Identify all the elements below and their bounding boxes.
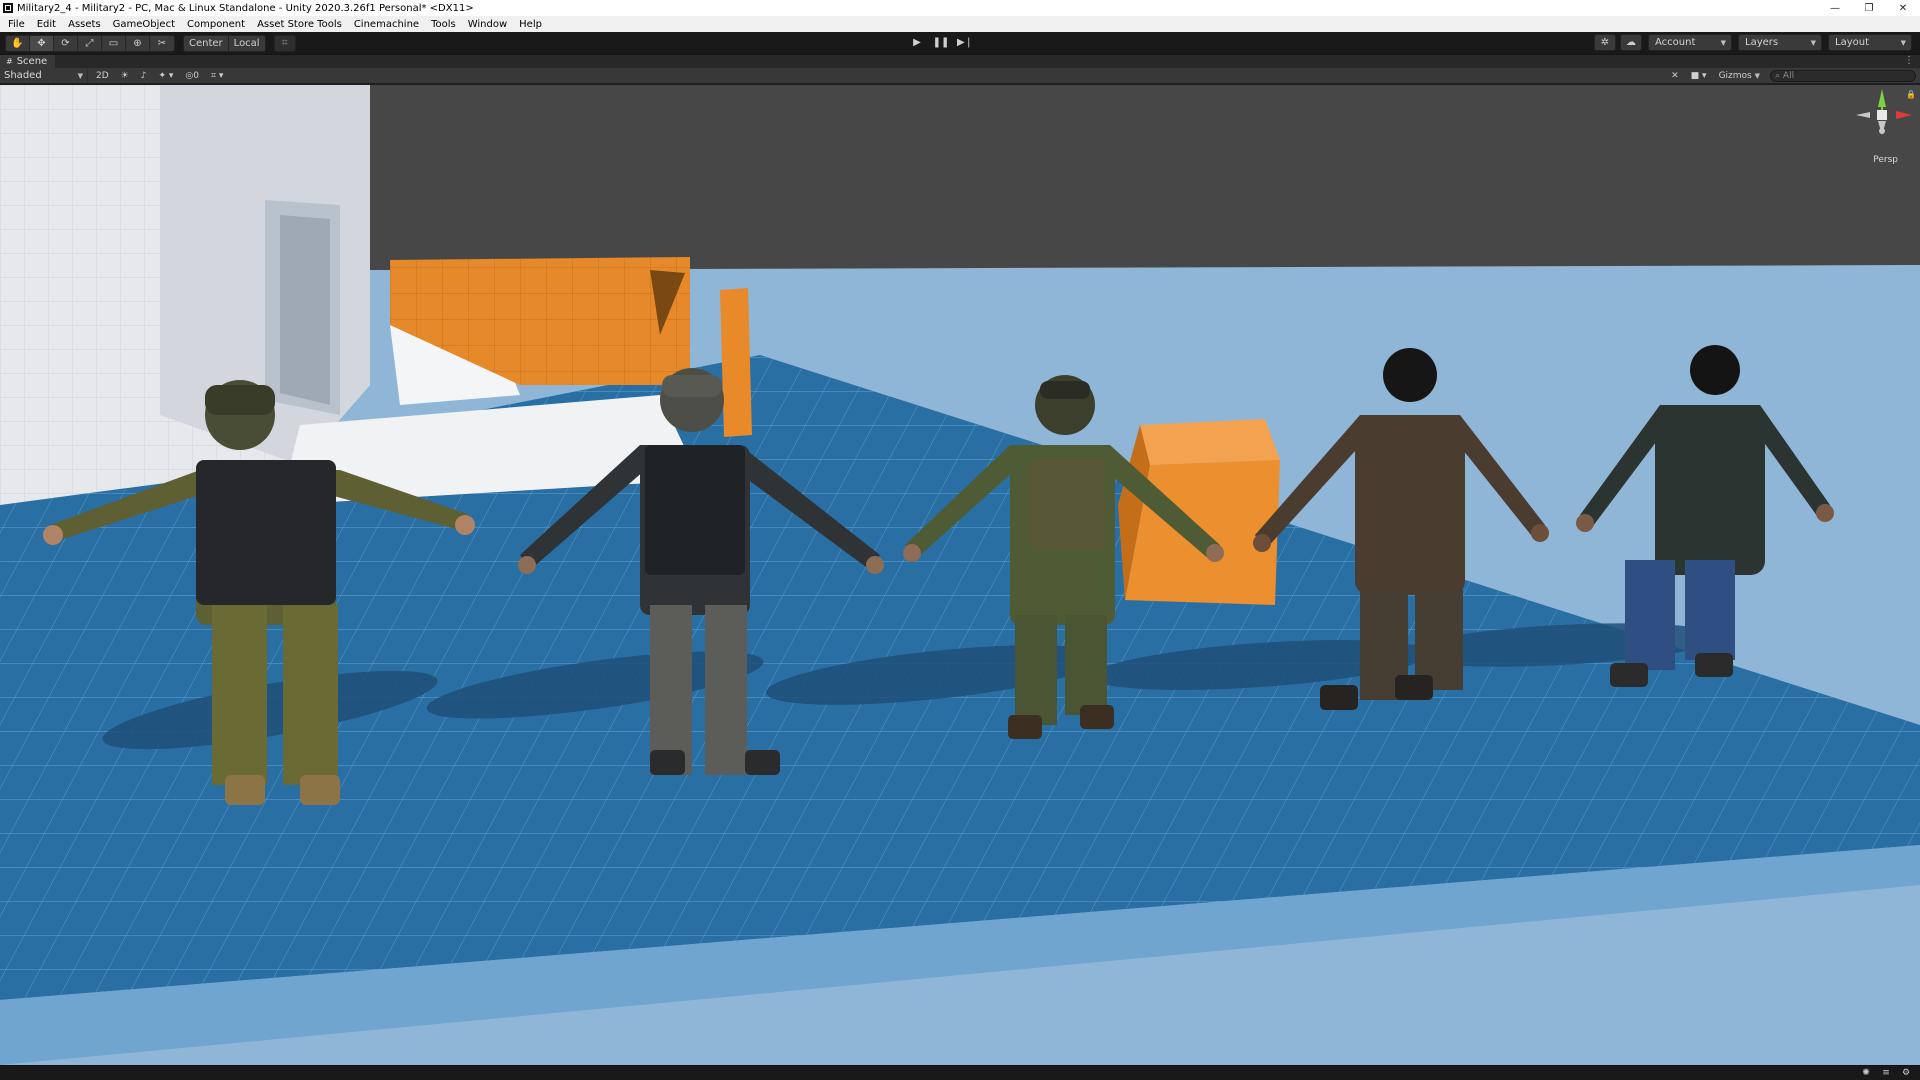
orange-cube-top xyxy=(1140,419,1280,465)
window-title: Military2_4 - Military2 - PC, Mac & Linu… xyxy=(17,2,474,14)
menu-assets[interactable]: Assets xyxy=(62,19,107,30)
pivot-center-button[interactable]: Center xyxy=(183,34,229,52)
gizmos-dropdown[interactable]: Gizmos ▼ xyxy=(1715,69,1764,83)
scene-control-bar: Shaded ▼ 2D ☀ ♪ ✦ ▾ ◎ 0 ⌗ ▾ ✕ ■ ▾ Gizmos … xyxy=(0,68,1920,84)
lock-icon[interactable]: 🔒 xyxy=(1906,90,1916,99)
scene-viewport[interactable]: 🔒 Persp xyxy=(0,85,1920,1065)
chevron-down-icon: ▼ xyxy=(1810,38,1816,47)
tools-icon[interactable]: ✕ xyxy=(1667,69,1683,83)
lighting-icon[interactable]: ☀ xyxy=(117,69,133,83)
tab-menu-icon[interactable]: ⋮ xyxy=(1904,55,1914,66)
menu-gameobject[interactable]: GameObject xyxy=(107,19,181,30)
scale-tool-icon[interactable]: ⤢ xyxy=(78,35,102,51)
menu-bar: File Edit Assets GameObject Component As… xyxy=(0,16,1920,32)
close-button[interactable]: ✕ xyxy=(1886,0,1920,16)
hidden-count: 0 xyxy=(193,70,199,81)
space-label: Local xyxy=(233,37,260,49)
effects-icon[interactable]: ✦ ▾ xyxy=(154,69,177,83)
play-icon[interactable]: ▶ xyxy=(906,34,928,51)
transform-tool-icon[interactable]: ⊕ xyxy=(126,35,150,51)
draw-mode-label: Shaded xyxy=(4,70,42,81)
play-controls: ▶ ❚❚ ▶❘ xyxy=(906,34,978,51)
minimize-button[interactable]: — xyxy=(1818,0,1852,16)
draw-mode-dropdown[interactable]: Shaded ▼ xyxy=(0,68,88,83)
layout-label: Layout xyxy=(1835,37,1869,48)
move-tool-icon[interactable]: ✥ xyxy=(30,35,54,51)
scene-render xyxy=(0,85,1920,1065)
main-toolbar: ✋ ✥ ⟳ ⤢ ▭ ⊕ ✂ Center Local ⌗ ▶ ❚❚ ▶❘ ✲ ☁… xyxy=(0,32,1920,54)
chevron-down-icon: ▼ xyxy=(77,71,83,80)
menu-cinemachine[interactable]: Cinemachine xyxy=(348,19,425,30)
account-label: Account xyxy=(1655,37,1696,48)
audio-icon[interactable]: ♪ xyxy=(137,69,151,83)
restore-button[interactable]: ❐ xyxy=(1852,0,1886,16)
status-bar: ✺ ≡ ⚙ xyxy=(0,1065,1920,1080)
scene-visibility-icon[interactable]: ◎ 0 xyxy=(181,69,203,83)
grid-toggle-icon[interactable]: ⌗ ▾ xyxy=(207,69,227,83)
scene-search-input[interactable]: ⌕ All xyxy=(1770,70,1916,82)
search-placeholder: All xyxy=(1782,71,1795,81)
rotate-tool-icon[interactable]: ⟳ xyxy=(54,35,78,51)
scene-tab-label: Scene xyxy=(16,56,48,67)
layers-dropdown[interactable]: Layers ▼ xyxy=(1738,34,1822,51)
progress-icon[interactable]: ≡ xyxy=(1878,1067,1894,1079)
search-icon: ⌕ xyxy=(1775,71,1781,81)
auto-generate-lighting-icon[interactable]: ✺ xyxy=(1858,1067,1874,1079)
pivot-label: Center xyxy=(189,37,223,49)
layers-label: Layers xyxy=(1745,37,1779,48)
camera-icon[interactable]: ■ ▾ xyxy=(1687,69,1711,83)
tab-scene[interactable]: # Scene xyxy=(0,54,56,69)
toggle-2d-button[interactable]: 2D xyxy=(92,69,113,83)
pivot-controls: Center Local xyxy=(183,34,266,52)
orange-pillar xyxy=(720,288,752,437)
scene-grid-icon: # xyxy=(6,57,13,66)
scene-tab-strip: # Scene ⋮ xyxy=(0,54,1920,69)
chevron-down-icon: ▼ xyxy=(1720,38,1726,47)
chevron-down-icon: ▼ xyxy=(1754,72,1760,80)
title-bar: Military2_4 - Military2 - PC, Mac & Linu… xyxy=(0,0,1920,16)
cloud-icon[interactable]: ☁ xyxy=(1620,34,1642,51)
rect-tool-icon[interactable]: ▭ xyxy=(102,35,126,51)
hand-tool-icon[interactable]: ✋ xyxy=(6,35,30,51)
settings-icon[interactable]: ⚙ xyxy=(1898,1067,1914,1079)
menu-tools[interactable]: Tools xyxy=(425,19,462,30)
unity-logo-icon xyxy=(3,3,13,13)
pause-icon[interactable]: ❚❚ xyxy=(930,34,952,51)
menu-asset-store-tools[interactable]: Asset Store Tools xyxy=(251,19,348,30)
pivot-local-button[interactable]: Local xyxy=(228,34,266,52)
mode-2d-label: 2D xyxy=(96,70,109,81)
step-icon[interactable]: ▶❘ xyxy=(954,34,976,51)
menu-window[interactable]: Window xyxy=(462,19,513,30)
grid-snap-icon[interactable]: ⌗ xyxy=(273,34,296,52)
menu-file[interactable]: File xyxy=(2,19,31,30)
chevron-down-icon: ▼ xyxy=(1900,38,1906,47)
gizmos-label: Gizmos xyxy=(1718,71,1752,81)
menu-component[interactable]: Component xyxy=(181,19,251,30)
menu-help[interactable]: Help xyxy=(513,19,548,30)
camera-perspective-label[interactable]: Persp xyxy=(1873,155,1898,165)
layout-dropdown[interactable]: Layout ▼ xyxy=(1828,34,1912,51)
collab-icon[interactable]: ✲ xyxy=(1594,34,1616,51)
custom-tool-icon[interactable]: ✂ xyxy=(150,36,174,51)
menu-edit[interactable]: Edit xyxy=(31,19,62,30)
account-dropdown[interactable]: Account ▼ xyxy=(1648,34,1732,51)
transform-tools: ✋ ✥ ⟳ ⤢ ▭ ⊕ ✂ xyxy=(5,34,175,52)
